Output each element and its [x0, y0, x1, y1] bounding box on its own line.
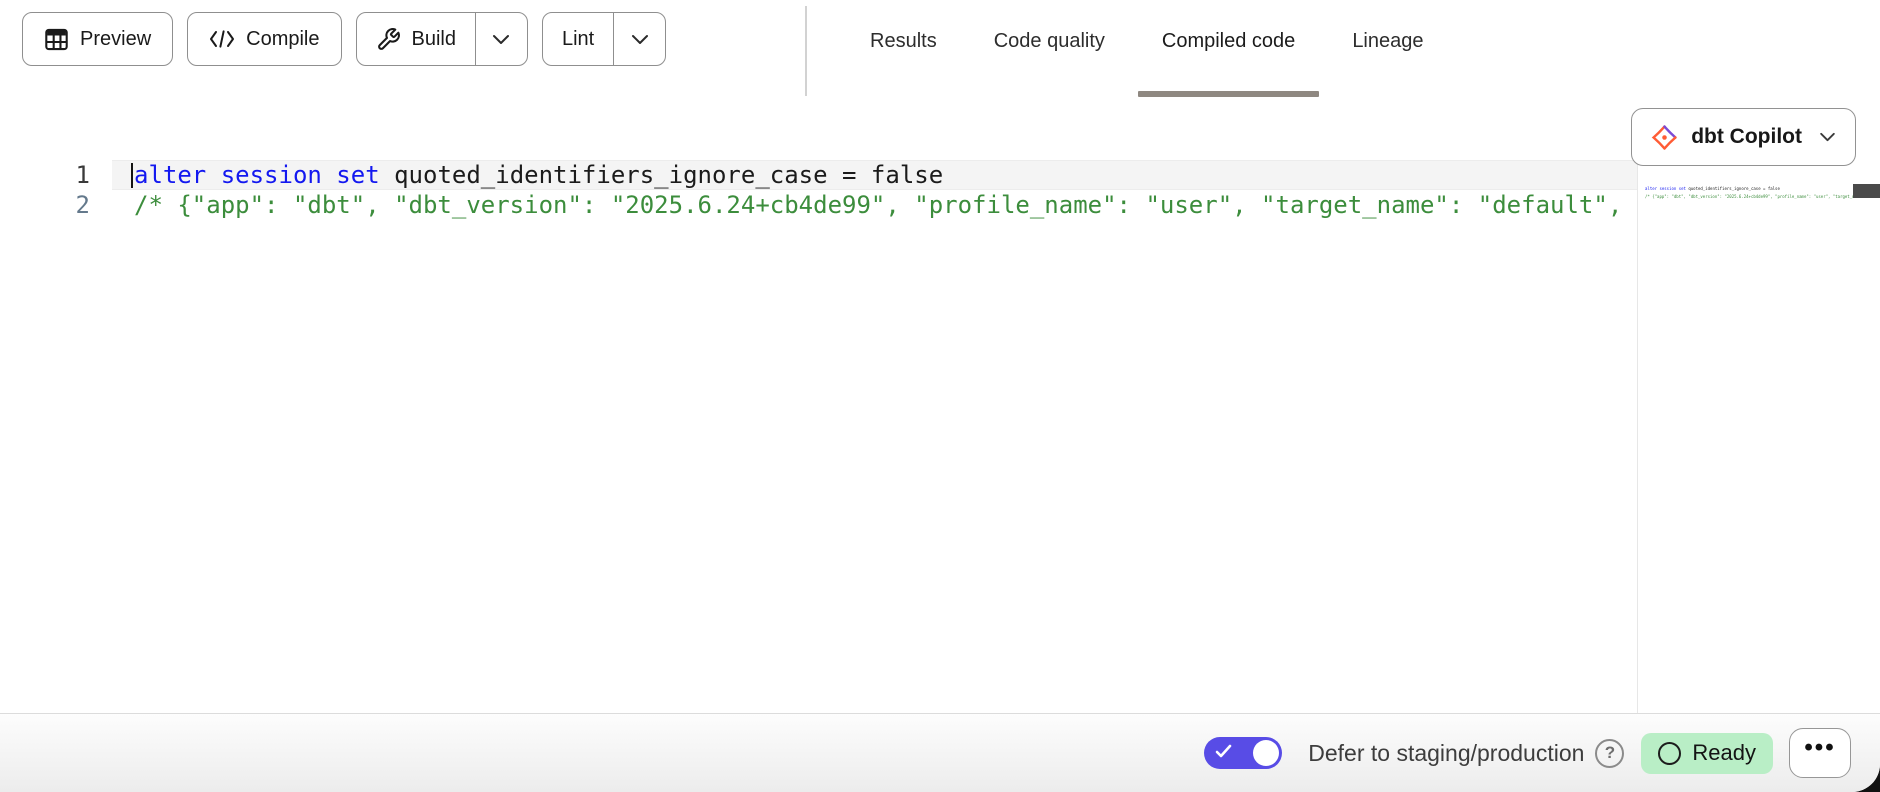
code-line: 2/* {"app": "dbt", "dbt_version": "2025.…: [0, 190, 1637, 220]
dbt-ide-window: Preview Compile: [0, 0, 1880, 792]
compile-button[interactable]: Compile: [187, 12, 341, 66]
compile-button-label: Compile: [246, 28, 319, 51]
lint-split-button: Lint: [542, 12, 666, 66]
lint-button-label: Lint: [562, 28, 594, 51]
circle-outline-icon: [1658, 742, 1681, 765]
editor-minimap[interactable]: alter session set quoted_identifiers_ign…: [1637, 150, 1880, 713]
preview-button[interactable]: Preview: [22, 12, 173, 66]
build-dropdown-button[interactable]: [475, 13, 527, 65]
status-badge[interactable]: Ready: [1641, 733, 1773, 774]
ellipsis-icon: •••: [1804, 736, 1835, 760]
code-brackets-icon: [209, 28, 235, 50]
lint-dropdown-button[interactable]: [613, 13, 665, 65]
question-circle-icon[interactable]: ?: [1595, 739, 1624, 768]
text-cursor: [131, 163, 133, 188]
code-line: 1alter session set quoted_identifiers_ig…: [0, 160, 1637, 190]
tab-results[interactable]: Results: [846, 0, 961, 98]
defer-toggle[interactable]: [1204, 737, 1282, 769]
scrollbar-thumb[interactable]: [1853, 184, 1880, 198]
code-text: alter session set quoted_identifiers_ign…: [90, 160, 943, 190]
tab-code-quality[interactable]: Code quality: [970, 0, 1129, 98]
help-symbol: ?: [1605, 743, 1615, 763]
editor-header: Preview Compile: [0, 0, 1880, 150]
code-text: /* {"app": "dbt", "dbt_version": "2025.6…: [90, 190, 1637, 220]
status-badge-label: Ready: [1692, 740, 1756, 766]
dbt-copilot-button[interactable]: dbt Copilot: [1631, 108, 1856, 166]
build-button[interactable]: Build: [357, 13, 475, 65]
compiled-code-editor[interactable]: 1alter session set quoted_identifiers_ig…: [0, 150, 1637, 713]
table-icon: [44, 27, 69, 52]
minimap-code-preview: alter session set quoted_identifiers_ign…: [1645, 185, 1880, 201]
toolbar-tabs-divider: [805, 6, 807, 96]
line-number: 1: [0, 160, 90, 190]
tab-lineage[interactable]: Lineage: [1328, 0, 1447, 98]
dbt-copilot-label: dbt Copilot: [1691, 125, 1802, 149]
check-icon: [1215, 744, 1232, 759]
results-panel-tabs: ResultsCode qualityCompiled codeLineage: [846, 0, 1448, 98]
chevron-down-icon: [631, 34, 649, 45]
chevron-down-icon: [492, 34, 510, 45]
chevron-down-icon: [1819, 132, 1836, 142]
dbt-logo-icon: [1651, 124, 1678, 151]
line-number: 2: [0, 190, 90, 220]
wrench-icon: [376, 27, 401, 52]
overflow-menu-button[interactable]: •••: [1789, 728, 1851, 778]
toolbar: Preview Compile: [22, 12, 666, 66]
status-bar: Defer to staging/production ? Ready •••: [0, 713, 1880, 792]
tab-compiled-code[interactable]: Compiled code: [1138, 0, 1319, 98]
build-split-button: Build: [356, 12, 528, 66]
build-button-label: Build: [412, 28, 456, 51]
lint-button[interactable]: Lint: [543, 13, 613, 65]
code-lines: 1alter session set quoted_identifiers_ig…: [0, 160, 1637, 220]
preview-button-label: Preview: [80, 28, 151, 51]
toggle-knob: [1253, 740, 1279, 766]
defer-label: Defer to staging/production: [1308, 740, 1584, 767]
